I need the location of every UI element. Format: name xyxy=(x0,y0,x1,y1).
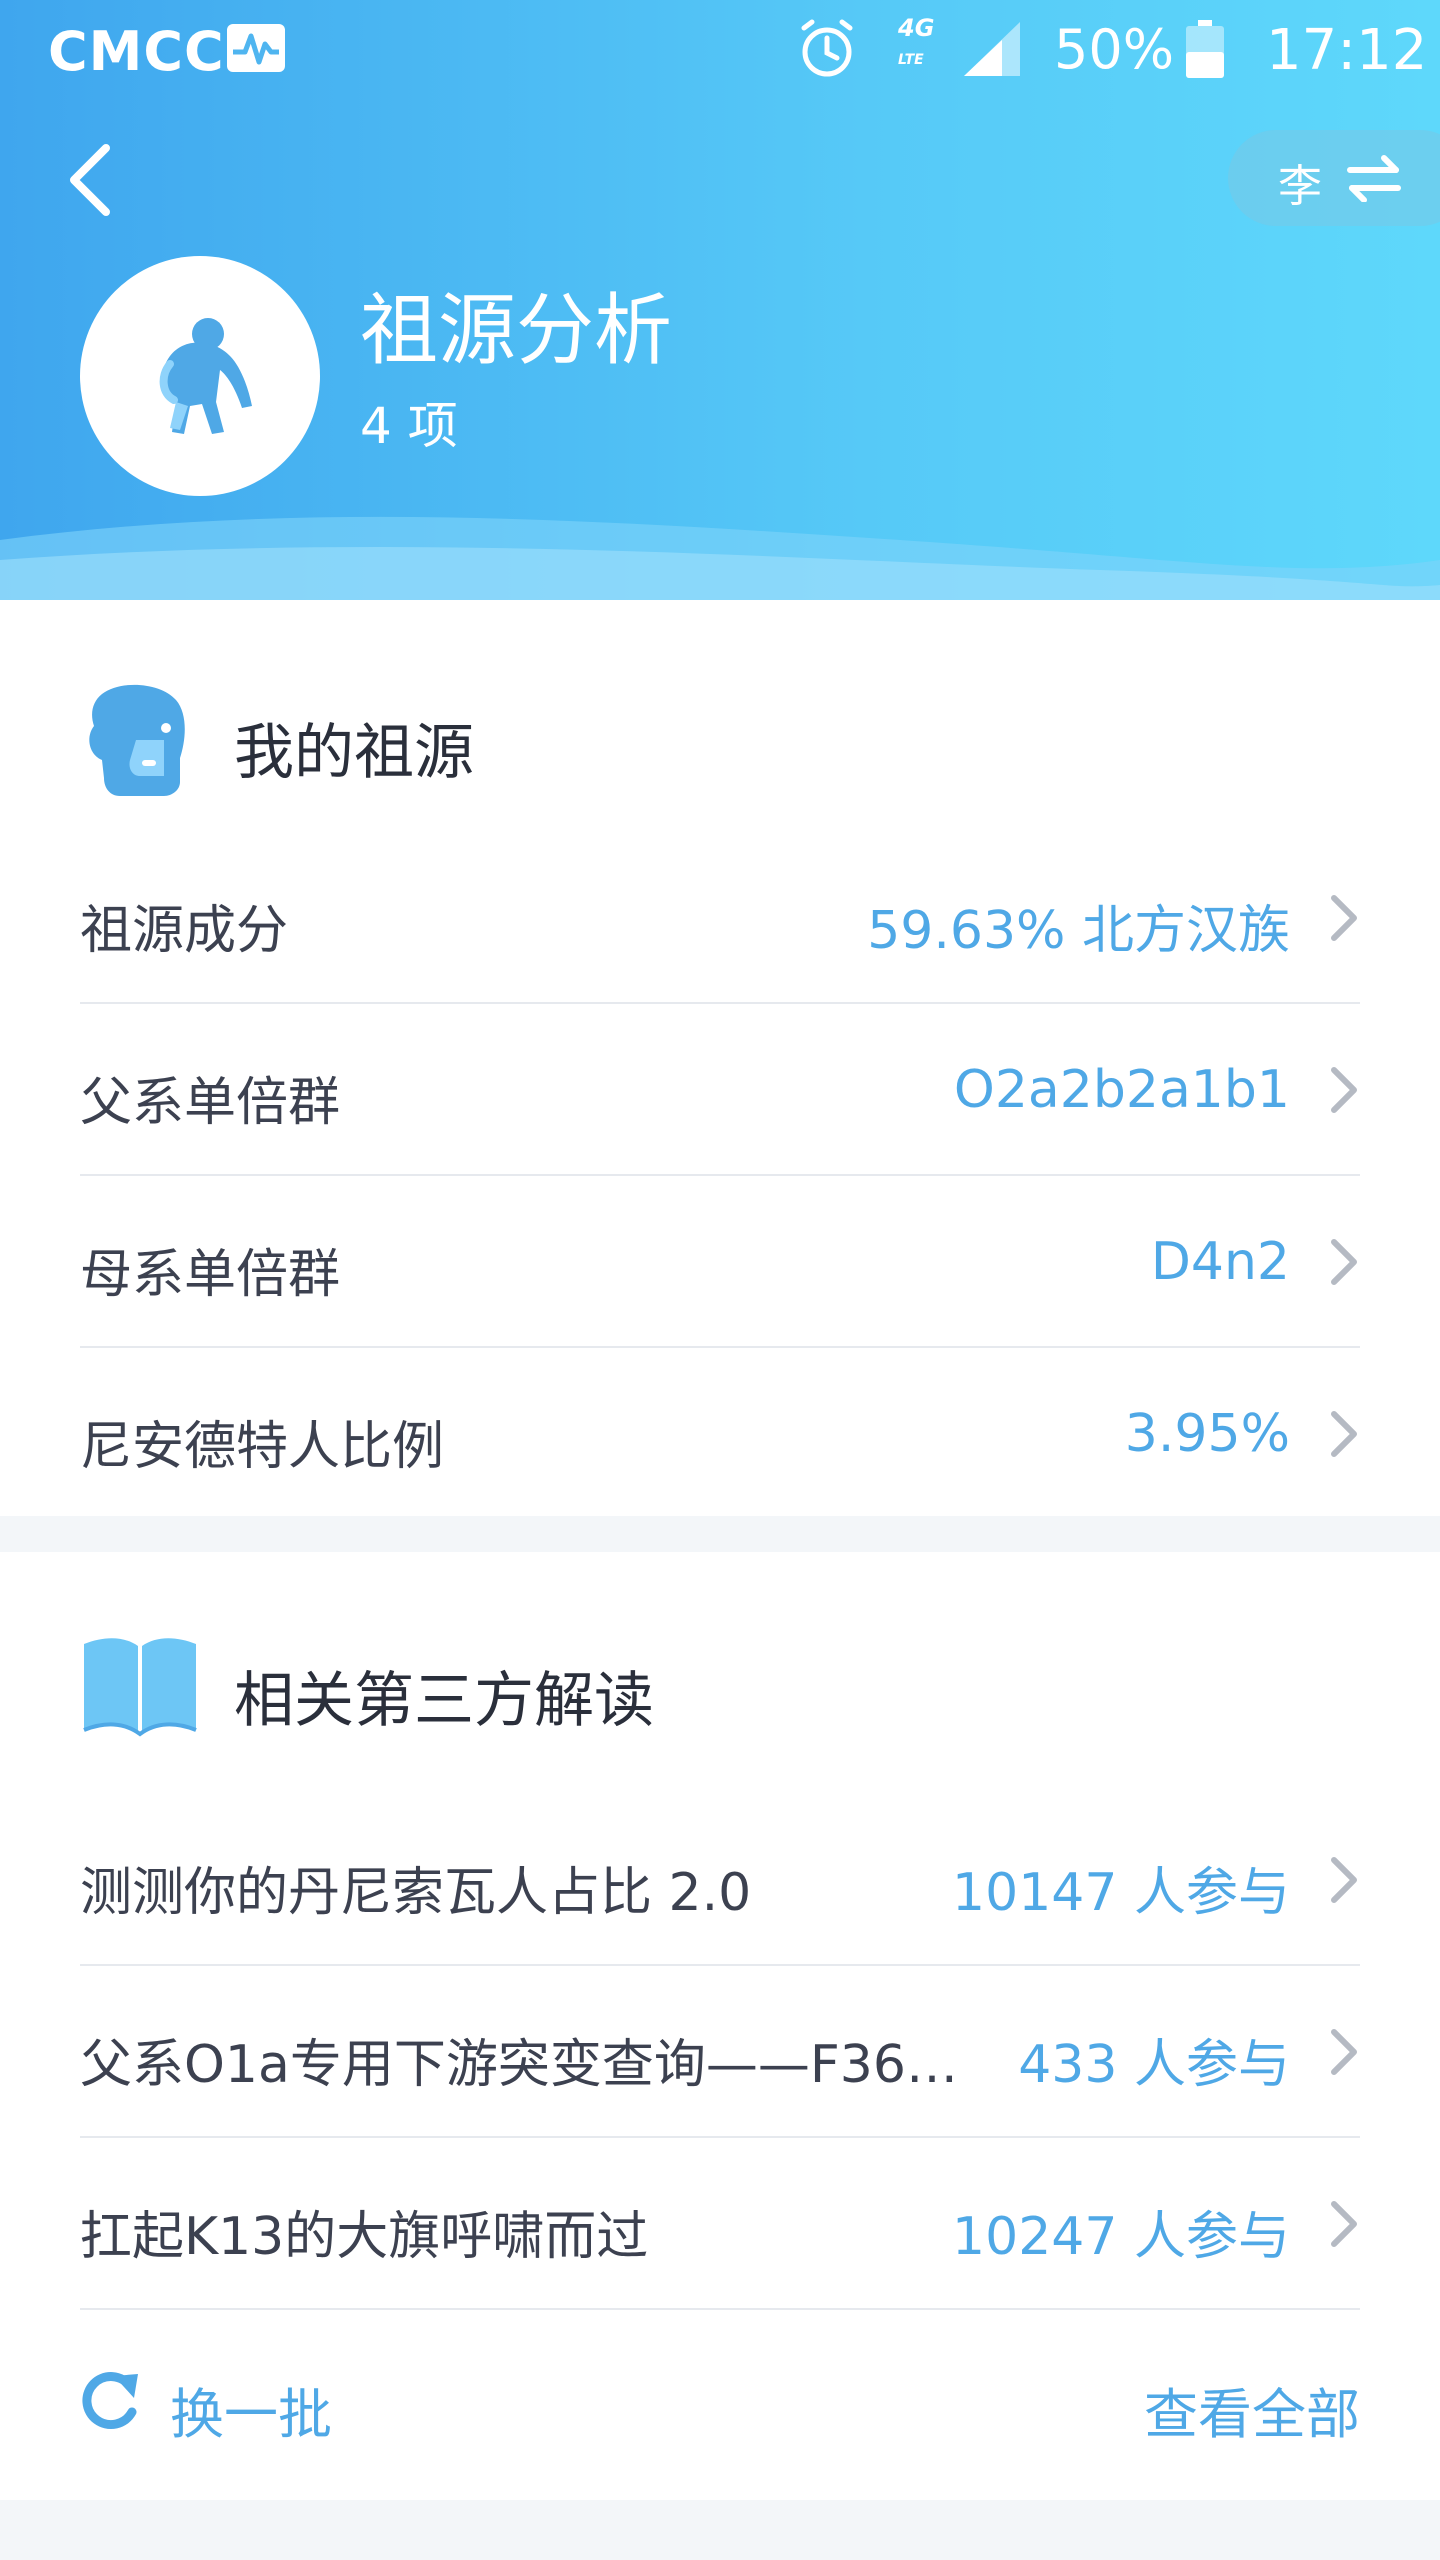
swap-arrows-icon xyxy=(1347,155,1401,202)
refresh-batch-button[interactable]: 换一批 xyxy=(80,2324,400,2474)
interpretation-row[interactable]: 测测你的丹尼索瓦人占比 2.0 10147 人参与 xyxy=(80,1794,1360,1966)
ape-icon xyxy=(159,318,252,434)
chevron-right-icon xyxy=(1331,895,1357,941)
face-profile-icon xyxy=(89,684,185,796)
row-label: 母系单倍群 xyxy=(80,1245,341,1305)
header-banner: CMCC 4G LTE 50% 17:12 李 祖源分析 4 项 xyxy=(0,0,1440,600)
ancestry-row-maternal-haplogroup[interactable]: 母系单倍群 D4n2 xyxy=(80,1176,1360,1348)
alarm-icon xyxy=(801,19,853,77)
row-label: 父系O1a专用下游突变查询——F36… xyxy=(80,2035,958,2095)
signal-icon xyxy=(964,22,1020,76)
row-label: 父系单倍群 xyxy=(80,1073,341,1133)
row-value: D4n2 xyxy=(1150,1232,1290,1292)
row-value: 10147 人参与 xyxy=(952,1863,1290,1923)
user-initial: 李 xyxy=(1278,161,1322,212)
refresh-icon xyxy=(82,2372,138,2429)
battery-percent: 50% xyxy=(1054,18,1175,81)
item-count: 4 项 xyxy=(360,397,458,455)
switch-user-button[interactable]: 李 xyxy=(1228,130,1440,226)
row-value: 10247 人参与 xyxy=(952,2207,1290,2267)
interpretation-row[interactable]: 父系O1a专用下游突变查询——F36… 433 人参与 xyxy=(80,1966,1360,2138)
row-label: 扛起K13的大旗呼啸而过 xyxy=(80,2207,649,2267)
chevron-right-icon xyxy=(1331,1067,1357,1113)
carrier-label: CMCC xyxy=(48,20,225,83)
card-footer: 换一批 查看全部 xyxy=(0,2314,1440,2494)
status-bar: CMCC 4G LTE 50% 17:12 xyxy=(0,0,1440,100)
clock: 17:12 xyxy=(1266,18,1428,83)
my-ancestry-header: 我的祖源 xyxy=(80,660,1380,800)
interpretation-row[interactable]: 扛起K13的大旗呼啸而过 10247 人参与 xyxy=(80,2138,1360,2310)
activity-icon xyxy=(227,24,285,72)
row-label: 祖源成分 xyxy=(80,901,289,961)
network-type-label: 4G LTE xyxy=(898,14,935,68)
ancestry-row-composition[interactable]: 祖源成分 59.63% 北方汉族 xyxy=(80,832,1360,1004)
page-title: 祖源分析 xyxy=(360,286,673,376)
row-label: 尼安德特人比例 xyxy=(80,1417,445,1477)
chevron-right-icon xyxy=(1331,2029,1357,2075)
ancestry-row-paternal-haplogroup[interactable]: 父系单倍群 O2a2b2a1b1 xyxy=(80,1004,1360,1176)
row-value: O2a2b2a1b1 xyxy=(953,1060,1290,1120)
category-avatar xyxy=(80,256,320,496)
row-value: 59.63% 北方汉族 xyxy=(867,901,1290,961)
ancestry-row-neanderthal[interactable]: 尼安德特人比例 3.95% xyxy=(80,1348,1360,1518)
battery-icon xyxy=(1186,20,1224,78)
refresh-label: 换一批 xyxy=(170,2383,332,2446)
row-value: 433 人参与 xyxy=(1018,2035,1290,2095)
third-party-card: 相关第三方解读 测测你的丹尼索瓦人占比 2.0 10147 人参与 父系O1a专… xyxy=(0,1552,1440,2500)
back-arrow-icon[interactable] xyxy=(62,140,122,220)
chevron-right-icon xyxy=(1331,1857,1357,1903)
third-party-title: 相关第三方解读 xyxy=(234,1666,654,1736)
row-label: 测测你的丹尼索瓦人占比 2.0 xyxy=(80,1863,752,1923)
view-all-link[interactable]: 查看全部 xyxy=(1144,2370,1360,2449)
third-party-header: 相关第三方解读 xyxy=(80,1608,1380,1748)
chevron-right-icon xyxy=(1331,1411,1357,1457)
my-ancestry-card: 我的祖源 祖源成分 59.63% 北方汉族 父系单倍群 O2a2b2a1b1 母… xyxy=(0,600,1440,1516)
chevron-right-icon xyxy=(1331,2201,1357,2247)
my-ancestry-title: 我的祖源 xyxy=(234,718,474,788)
row-value: 3.95% xyxy=(1124,1404,1290,1464)
open-book-icon xyxy=(83,1638,197,1737)
chevron-right-icon xyxy=(1331,1239,1357,1285)
